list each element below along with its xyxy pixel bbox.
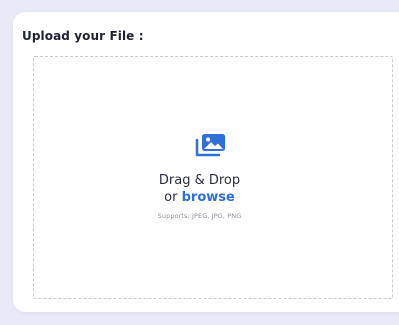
image-gallery-icon	[195, 134, 225, 157]
or-browse-line: or browse	[0, 190, 399, 205]
upload-title: Upload your File :	[22, 29, 144, 43]
or-text: or	[164, 190, 178, 205]
browse-link[interactable]: browse	[182, 190, 235, 205]
supported-formats-text: Supports: JPEG, JPG, PNG	[157, 212, 242, 220]
drag-drop-text: Drag & Drop	[158, 173, 241, 188]
